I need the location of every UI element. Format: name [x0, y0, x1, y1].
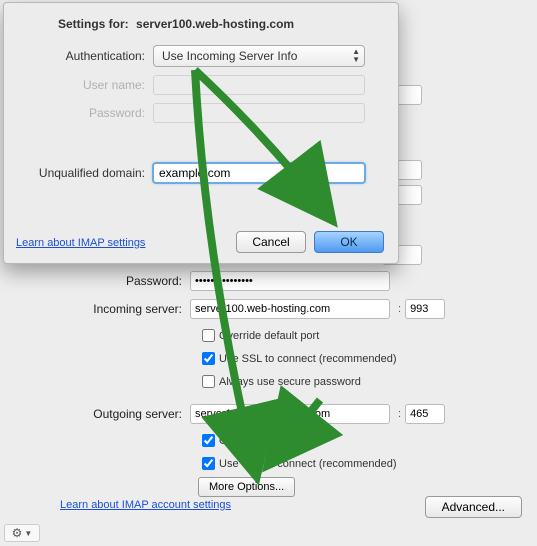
outgoing-server-input[interactable]: [190, 404, 390, 424]
gear-menu-button[interactable]: ⚙▼: [4, 524, 40, 542]
in-override-checkbox[interactable]: [202, 329, 215, 342]
username-label: User name:: [18, 78, 153, 92]
auth-row: Authentication: Use Incoming Server Info…: [18, 45, 384, 67]
password-dialog-row: Password:: [18, 103, 384, 123]
out-ssl-checkbox[interactable]: [202, 457, 215, 470]
port-separator: :: [398, 408, 401, 420]
in-ssl-row[interactable]: Use SSL to connect (recommended): [198, 349, 527, 368]
more-options-button[interactable]: More Options...: [198, 477, 295, 497]
advanced-button[interactable]: Advanced...: [425, 496, 522, 518]
username-row: User name:: [18, 75, 384, 95]
password-dialog-label: Password:: [18, 106, 153, 120]
unqualified-label: Unqualified domain:: [18, 166, 153, 180]
authentication-select[interactable]: Use Incoming Server Info ▲▼: [153, 45, 365, 67]
auth-label: Authentication:: [18, 49, 153, 63]
port-separator: :: [398, 303, 401, 315]
in-secure-checkbox[interactable]: [202, 375, 215, 388]
out-ssl-label: Use SSL to connect (recommended): [219, 458, 397, 470]
in-override-row[interactable]: Override default port: [198, 326, 527, 345]
dialog-title: Settings for: server100.web-hosting.com: [58, 17, 384, 31]
in-secure-row[interactable]: Always use secure password: [198, 372, 527, 391]
dialog-footer: Cancel OK: [4, 231, 398, 253]
password-row: Password:: [60, 270, 527, 292]
incoming-row: Incoming server: :: [60, 298, 527, 320]
unqualified-domain-input[interactable]: [153, 163, 365, 183]
incoming-port-input[interactable]: [405, 299, 445, 319]
chevron-down-icon: ▼: [24, 529, 32, 538]
in-secure-label: Always use secure password: [219, 376, 361, 388]
password-label: Password:: [60, 274, 190, 288]
out-override-row[interactable]: Override default port: [198, 431, 527, 450]
outgoing-port-input[interactable]: [405, 404, 445, 424]
out-override-label: Override default port: [219, 435, 319, 447]
outgoing-row: Outgoing server: :: [60, 403, 527, 425]
password-dialog-input: [153, 103, 365, 123]
in-override-label: Override default port: [219, 330, 319, 342]
in-ssl-label: Use SSL to connect (recommended): [219, 353, 397, 365]
unqualified-row: Unqualified domain:: [18, 163, 384, 183]
out-ssl-row[interactable]: Use SSL to connect (recommended): [198, 454, 527, 473]
incoming-server-input[interactable]: [190, 299, 390, 319]
gear-icon: ⚙: [12, 526, 23, 540]
outgoing-label: Outgoing server:: [60, 407, 190, 421]
select-arrows-icon: ▲▼: [352, 48, 360, 64]
authentication-value: Use Incoming Server Info: [162, 49, 297, 63]
imap-account-settings-link[interactable]: Learn about IMAP account settings: [60, 499, 231, 511]
username-input: [153, 75, 365, 95]
incoming-label: Incoming server:: [60, 302, 190, 316]
cancel-button[interactable]: Cancel: [236, 231, 306, 253]
in-ssl-checkbox[interactable]: [202, 352, 215, 365]
out-override-checkbox[interactable]: [202, 434, 215, 447]
password-input[interactable]: [190, 271, 390, 291]
ok-button[interactable]: OK: [314, 231, 384, 253]
smtp-settings-dialog: Settings for: server100.web-hosting.com …: [3, 2, 399, 264]
